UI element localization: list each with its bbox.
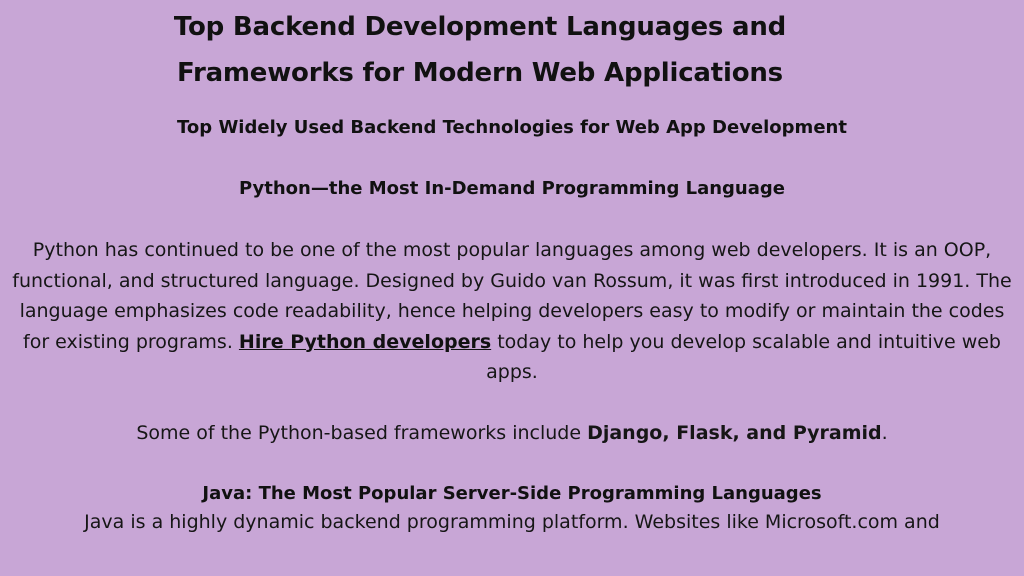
page-title-line-2: Frameworks for Modern Web Applications [177, 58, 783, 88]
python-heading: Python—the Most In-Demand Programming La… [239, 178, 785, 199]
python-paragraph: Python has continued to be one of the mo… [10, 235, 1014, 388]
slide: Top Backend Development Languages and Fr… [0, 0, 1024, 576]
java-paragraph: Java is a highly dynamic backend program… [84, 511, 940, 533]
python-frameworks-paragraph: Some of the Python-based frameworks incl… [10, 418, 1014, 449]
frameworks-end-text: . [881, 422, 888, 444]
java-heading: Java: The Most Popular Server-Side Progr… [202, 483, 822, 504]
page-title-line-1: Top Backend Development Languages and [173, 12, 787, 42]
hire-python-developers-link[interactable]: Hire Python developers [239, 331, 491, 353]
page-title: Top Backend Development Languages and Fr… [150, 4, 810, 96]
python-paragraph-text-end: today to help you develop scalable and i… [486, 330, 1001, 384]
section-heading: Top Widely Used Backend Technologies for… [177, 117, 847, 138]
frameworks-list: Django, Flask, and Pyramid [587, 422, 882, 444]
frameworks-intro-text: Some of the Python-based frameworks incl… [136, 422, 588, 444]
